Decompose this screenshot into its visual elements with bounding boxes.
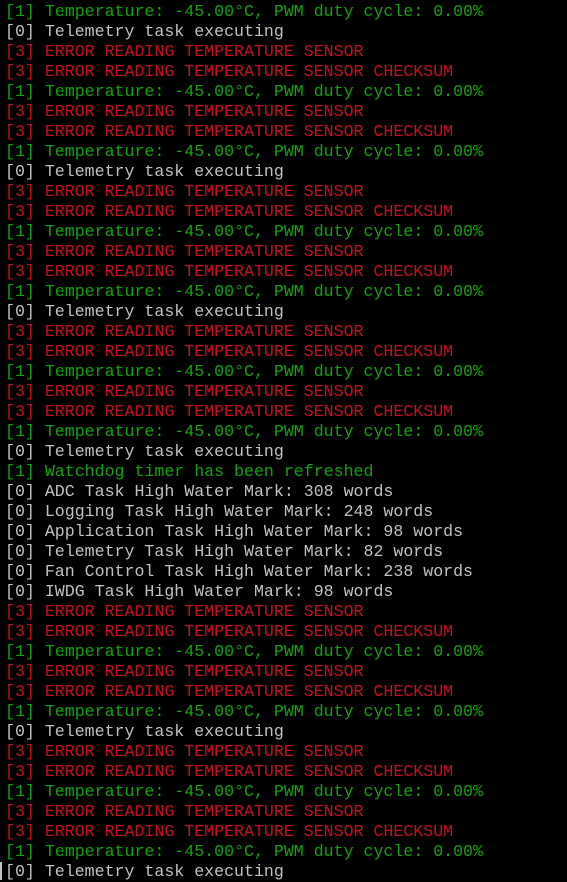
log-line: [0] Telemetry Task High Water Mark: 82 w…: [5, 542, 444, 561]
log-line: [0] Telemetry task executing: [5, 22, 284, 41]
log-line: [3] ERROR READING TEMPERATURE SENSOR: [5, 742, 364, 761]
log-line: [3] ERROR READING TEMPERATURE SENSOR: [5, 602, 364, 621]
log-line: [3] ERROR READING TEMPERATURE SENSOR CHE…: [5, 122, 454, 141]
log-line: [3] ERROR READING TEMPERATURE SENSOR CHE…: [5, 822, 454, 841]
log-line: [0] Application Task High Water Mark: 98…: [5, 522, 464, 541]
log-line: [3] ERROR READING TEMPERATURE SENSOR CHE…: [5, 202, 454, 221]
log-line: [3] ERROR READING TEMPERATURE SENSOR: [5, 382, 364, 401]
log-line: [1] Temperature: -45.00°C, PWM duty cycl…: [5, 142, 483, 161]
terminal-output: [1] Temperature: -45.00°C, PWM duty cycl…: [5, 2, 483, 882]
terminal-window[interactable]: [1] Temperature: -45.00°C, PWM duty cycl…: [0, 0, 567, 882]
log-line: [3] ERROR READING TEMPERATURE SENSOR CHE…: [5, 342, 454, 361]
log-line: [3] ERROR READING TEMPERATURE SENSOR: [5, 242, 364, 261]
log-line: [1] Temperature: -45.00°C, PWM duty cycl…: [5, 842, 483, 861]
log-line: [1] Watchdog timer has been refreshed: [5, 462, 374, 481]
log-line: [1] Temperature: -45.00°C, PWM duty cycl…: [5, 82, 483, 101]
log-line: [0] Telemetry task executing: [5, 162, 284, 181]
text-cursor: [0, 862, 2, 880]
log-line: [1] Temperature: -45.00°C, PWM duty cycl…: [5, 782, 483, 801]
log-line: [3] ERROR READING TEMPERATURE SENSOR CHE…: [5, 62, 454, 81]
log-line: [1] Temperature: -45.00°C, PWM duty cycl…: [5, 422, 483, 441]
log-line: [3] ERROR READING TEMPERATURE SENSOR: [5, 662, 364, 681]
log-line: [0] Telemetry task executing: [5, 442, 284, 461]
log-line: [0] Fan Control Task High Water Mark: 23…: [5, 562, 474, 581]
log-line: [1] Temperature: -45.00°C, PWM duty cycl…: [5, 362, 483, 381]
log-line: [3] ERROR READING TEMPERATURE SENSOR CHE…: [5, 762, 454, 781]
log-line: [0] Telemetry task executing: [5, 862, 284, 881]
log-line: [0] Logging Task High Water Mark: 248 wo…: [5, 502, 434, 521]
log-line: [3] ERROR READING TEMPERATURE SENSOR: [5, 102, 364, 121]
log-line: [0] Telemetry task executing: [5, 302, 284, 321]
log-line: [3] ERROR READING TEMPERATURE SENSOR: [5, 802, 364, 821]
log-line: [1] Temperature: -45.00°C, PWM duty cycl…: [5, 2, 483, 21]
log-line: [0] Telemetry task executing: [5, 722, 284, 741]
log-line: [1] Temperature: -45.00°C, PWM duty cycl…: [5, 642, 483, 661]
log-line: [3] ERROR READING TEMPERATURE SENSOR: [5, 42, 364, 61]
log-line: [3] ERROR READING TEMPERATURE SENSOR CHE…: [5, 622, 454, 641]
log-line: [3] ERROR READING TEMPERATURE SENSOR CHE…: [5, 262, 454, 281]
log-line: [3] ERROR READING TEMPERATURE SENSOR: [5, 322, 364, 341]
log-line: [3] ERROR READING TEMPERATURE SENSOR CHE…: [5, 402, 454, 421]
log-line: [0] IWDG Task High Water Mark: 98 words: [5, 582, 394, 601]
log-line: [1] Temperature: -45.00°C, PWM duty cycl…: [5, 702, 483, 721]
log-line: [3] ERROR READING TEMPERATURE SENSOR: [5, 182, 364, 201]
log-line: [1] Temperature: -45.00°C, PWM duty cycl…: [5, 222, 483, 241]
log-line: [1] Temperature: -45.00°C, PWM duty cycl…: [5, 282, 483, 301]
log-line: [3] ERROR READING TEMPERATURE SENSOR CHE…: [5, 682, 454, 701]
log-line: [0] ADC Task High Water Mark: 308 words: [5, 482, 394, 501]
